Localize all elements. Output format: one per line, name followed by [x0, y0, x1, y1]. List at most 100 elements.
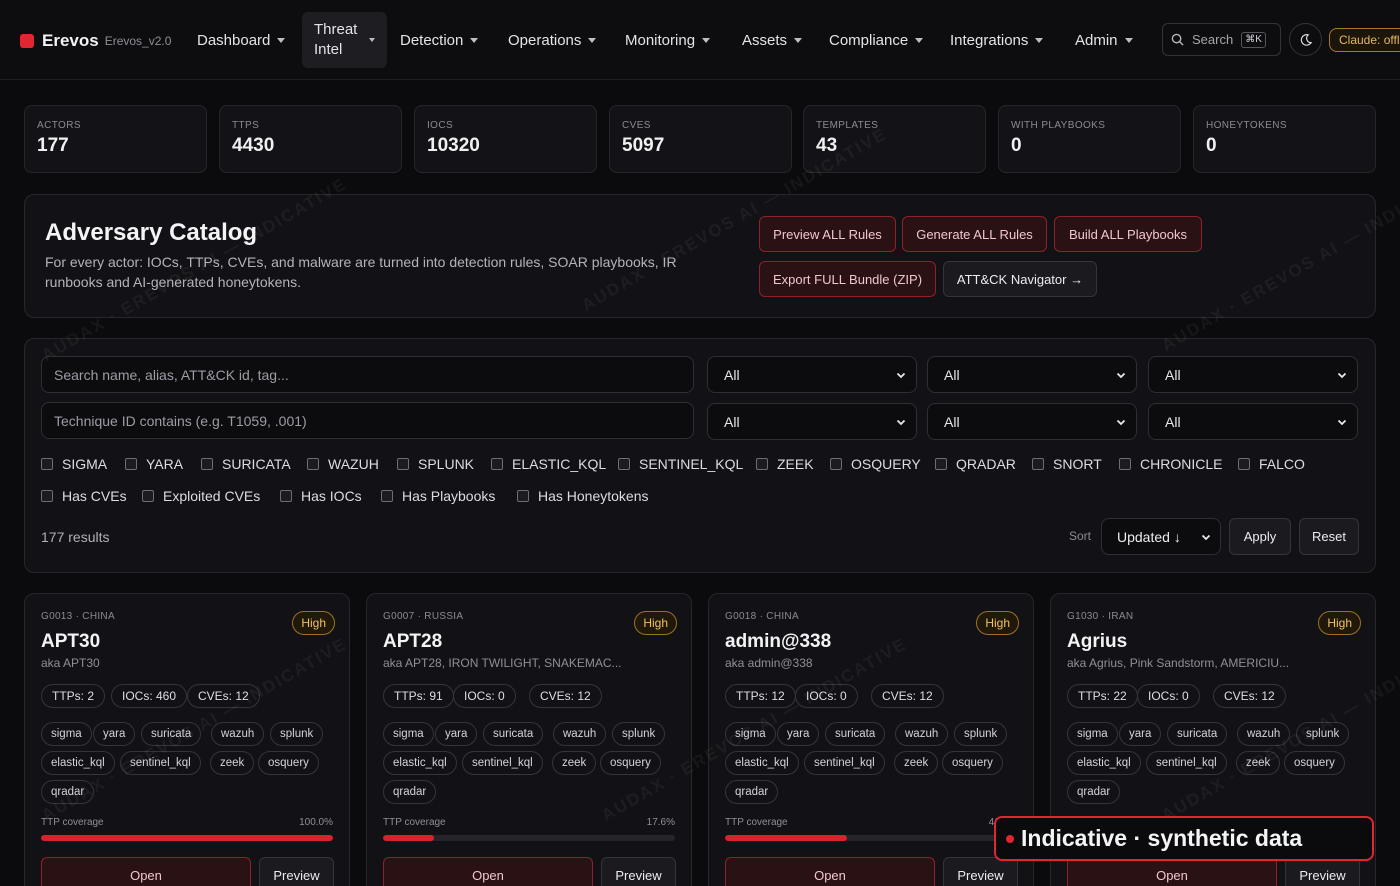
search-input[interactable]: Search name, alias, ATT&CK id, tag...: [41, 356, 694, 393]
build-all-playbooks-button[interactable]: Build ALL Playbooks: [1054, 216, 1202, 252]
actor-name: APT30: [41, 631, 101, 652]
checkbox-falco[interactable]: FALCO: [1238, 456, 1305, 472]
preview-actor-button[interactable]: Preview: [601, 857, 676, 886]
nav-assets[interactable]: Assets: [742, 0, 803, 80]
preview-actor-button[interactable]: Preview: [943, 857, 1018, 886]
filter-select-3[interactable]: All: [1148, 356, 1358, 393]
coverage-bar-fill: [383, 835, 435, 841]
nav-dashboard[interactable]: Dashboard: [197, 0, 286, 80]
open-actor-button[interactable]: Open: [383, 857, 593, 886]
chevron-down-icon: [1124, 37, 1133, 43]
stat-value: 43: [816, 135, 838, 156]
checkbox-label: FALCO: [1259, 456, 1305, 472]
checkbox-has-honeytokens[interactable]: Has Honeytokens: [517, 488, 649, 504]
checkbox-splunk[interactable]: SPLUNK: [397, 456, 474, 472]
export-bundle-button[interactable]: Export FULL Bundle (ZIP): [759, 261, 936, 297]
cve-count-badge: CVEs: 12: [1213, 684, 1286, 708]
status-dot-icon: [1006, 834, 1014, 843]
coverage-label: TTP coverage: [383, 817, 446, 828]
brand[interactable]: Erevos Erevos_v2.0: [20, 31, 171, 51]
checkbox-box: [381, 490, 393, 502]
stat-value: 10320: [427, 135, 480, 156]
claude-status-badge: Claude: offline: [1329, 28, 1400, 52]
checkbox-has-playbooks[interactable]: Has Playbooks: [381, 488, 495, 504]
checkbox-label: ZEEK: [777, 456, 814, 472]
theme-toggle-button[interactable]: [1289, 23, 1322, 56]
checkbox-sentinel-kql[interactable]: SENTINEL_KQL: [618, 456, 743, 472]
nav-label: Detection: [400, 31, 464, 49]
filter-select-5[interactable]: All: [927, 403, 1137, 440]
open-actor-button[interactable]: Open: [1067, 857, 1277, 886]
brand-logo-icon: [20, 34, 34, 48]
filter-select-6[interactable]: All: [1148, 403, 1358, 440]
checkbox-snort[interactable]: SNORT: [1032, 456, 1102, 472]
generate-all-rules-button[interactable]: Generate ALL Rules: [902, 216, 1047, 252]
chevron-down-icon: [470, 37, 479, 43]
checkbox-zeek[interactable]: ZEEK: [756, 456, 814, 472]
filter-select-1[interactable]: All: [707, 356, 917, 393]
checkbox-has-cves[interactable]: Has CVEs: [41, 488, 127, 504]
preview-actor-button[interactable]: Preview: [259, 857, 334, 886]
sort-select[interactable]: Updated ↓: [1101, 518, 1221, 555]
preview-actor-button[interactable]: Preview: [1285, 857, 1360, 886]
nav-monitoring[interactable]: Monitoring: [625, 0, 711, 80]
rule-format-tag: sentinel_kql: [1146, 751, 1227, 775]
actor-name: admin@338: [725, 631, 832, 652]
checkbox-wazuh[interactable]: WAZUH: [307, 456, 379, 472]
technique-input[interactable]: Technique ID contains (e.g. T1059, .001): [41, 402, 694, 439]
rule-format-tag: qradar: [1067, 780, 1121, 804]
filter-select-4[interactable]: All: [707, 403, 917, 440]
checkbox-label: WAZUH: [328, 456, 379, 472]
open-actor-button[interactable]: Open: [725, 857, 935, 886]
global-search-button[interactable]: Search ⌘K: [1162, 23, 1281, 56]
open-actor-button[interactable]: Open: [41, 857, 251, 886]
rule-format-tag: sigma: [1067, 722, 1118, 746]
filter-select-2[interactable]: All: [927, 356, 1137, 393]
apply-button[interactable]: Apply: [1229, 518, 1291, 555]
rule-format-tag: elastic_kql: [383, 751, 457, 775]
actor-card[interactable]: G0013 · CHINA APT30 aka APT30 High TTPs: 2 IO…: [24, 593, 350, 886]
filter-panel: Search name, alias, ATT&CK id, tag... Te…: [24, 338, 1376, 573]
stat-value: 0: [1206, 135, 1217, 156]
checkbox-chronicle[interactable]: CHRONICLE: [1119, 456, 1222, 472]
nav-threat-intel[interactable]: Threat Intel: [302, 12, 388, 68]
actor-card[interactable]: G0007 · RUSSIA APT28 aka APT28, IRON TWILI…: [366, 593, 692, 886]
coverage-bar-fill: [41, 835, 333, 841]
actor-card[interactable]: G0018 · CHINA admin@338 aka admin@338 High T…: [708, 593, 1034, 886]
nav-label: Compliance: [829, 31, 909, 49]
brand-version: Erevos_v2.0: [104, 34, 172, 48]
nav-compliance[interactable]: Compliance: [829, 0, 924, 80]
stat-label: IOCS: [427, 120, 454, 131]
nav-admin[interactable]: Admin: [1075, 0, 1133, 80]
reset-button[interactable]: Reset: [1299, 518, 1359, 555]
nav-integrations[interactable]: Integrations: [950, 0, 1044, 80]
rule-format-tag: wazuh: [211, 722, 265, 746]
chevron-down-icon: [896, 372, 906, 379]
actor-meta: G0018 · CHINA: [725, 611, 799, 622]
moon-icon: [1300, 33, 1312, 46]
sort-value: Updated ↓: [1117, 528, 1181, 545]
checkbox-has-iocs[interactable]: Has IOCs: [280, 488, 362, 504]
checkbox-box: [517, 490, 529, 502]
checkbox-suricata[interactable]: SURICATA: [201, 456, 291, 472]
nav-operations[interactable]: Operations: [508, 0, 597, 80]
preview-all-rules-button[interactable]: Preview ALL Rules: [759, 216, 896, 252]
checkbox-box: [41, 490, 53, 502]
nav-detection[interactable]: Detection: [400, 0, 479, 80]
checkbox-qradar[interactable]: QRADAR: [935, 456, 1016, 472]
rule-format-tag: wazuh: [553, 722, 607, 746]
select-value: All: [724, 366, 740, 383]
checkbox-elastic-kql[interactable]: ELASTIC_KQL: [491, 456, 606, 472]
checkbox-box: [1238, 458, 1250, 470]
nav-label: Operations: [508, 31, 582, 49]
checkbox-yara[interactable]: YARA: [125, 456, 183, 472]
checkbox-sigma[interactable]: SIGMA: [41, 456, 107, 472]
attck-navigator-button[interactable]: ATT&CK Navigator →: [943, 261, 1097, 297]
checkbox-exploited-cves[interactable]: Exploited CVEs: [142, 488, 260, 504]
chevron-down-icon: [277, 37, 286, 43]
checkbox-label: Has Playbooks: [402, 488, 496, 504]
top-nav: Erevos Erevos_v2.0 Dashboard Threat Intel…: [0, 0, 1400, 80]
actor-meta: G0013 · CHINA: [41, 611, 115, 622]
ioc-count-badge: IOCs: 0: [795, 684, 858, 708]
checkbox-osquery[interactable]: OSQUERY: [830, 456, 921, 472]
